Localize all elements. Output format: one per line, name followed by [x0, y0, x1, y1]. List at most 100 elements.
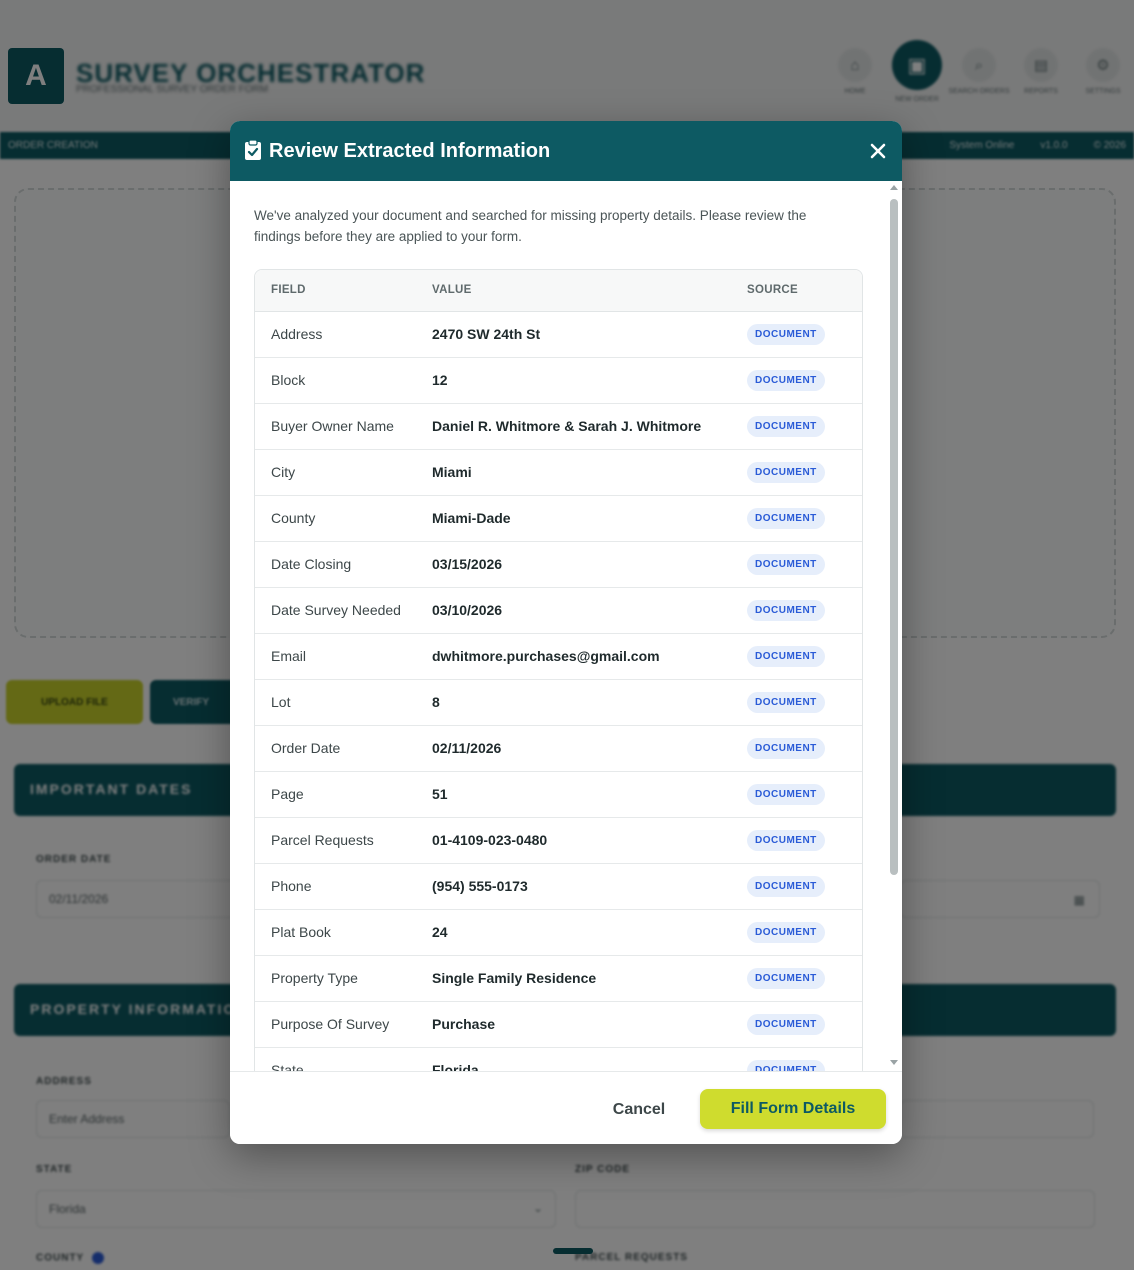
scrollbar-thumb[interactable] [890, 199, 898, 875]
field-name: State [271, 1062, 304, 1071]
table-row: Phone (954) 555-0173 DOCUMENT [255, 863, 862, 909]
field-name: Page [271, 786, 304, 802]
field-value: Single Family Residence [432, 970, 597, 986]
table-row: Date Closing 03/15/2026 DOCUMENT [255, 541, 862, 587]
field-name: Email [271, 648, 307, 664]
field-value: (954) 555-0173 [432, 878, 528, 894]
field-value: Miami [432, 464, 472, 480]
source-cell: DOCUMENT [747, 1047, 862, 1071]
field-value: 03/15/2026 [432, 556, 503, 572]
table-row: Purpose Of Survey Purchase DOCUMENT [255, 1001, 862, 1047]
source-cell: DOCUMENT [747, 955, 862, 1001]
source-cell: DOCUMENT [747, 1001, 862, 1047]
source-cell: DOCUMENT [747, 725, 862, 771]
review-modal: Review Extracted Information We've analy… [230, 121, 902, 1144]
source-cell: DOCUMENT [747, 863, 862, 909]
modal-intro-text: We've analyzed your document and searche… [254, 208, 807, 244]
source-cell: DOCUMENT [747, 495, 862, 541]
field-value: 03/10/2026 [432, 602, 503, 618]
field-name: County [271, 510, 316, 526]
source-badge: DOCUMENT [747, 599, 825, 621]
source-badge: DOCUMENT [747, 415, 825, 437]
source-badge: DOCUMENT [747, 875, 825, 897]
source-badge: DOCUMENT [747, 323, 825, 345]
table-row: State Florida DOCUMENT [255, 1047, 862, 1071]
table-row: Address 2470 SW 24th St DOCUMENT [255, 311, 862, 357]
source-badge: DOCUMENT [747, 737, 825, 759]
field-name: Lot [271, 694, 291, 710]
field-value: Daniel R. Whitmore & Sarah J. Whitmore [432, 418, 702, 434]
table-row: Plat Book 24 DOCUMENT [255, 909, 862, 955]
source-badge: DOCUMENT [747, 967, 825, 989]
field-name: Date Closing [271, 556, 352, 572]
field-value: dwhitmore.purchases@gmail.com [432, 648, 660, 664]
field-name: Buyer Owner Name [271, 418, 394, 434]
source-cell: DOCUMENT [747, 817, 862, 863]
source-badge: DOCUMENT [747, 829, 825, 851]
source-badge: DOCUMENT [747, 1013, 825, 1035]
table-row: Block 12 DOCUMENT [255, 357, 862, 403]
modal-footer: Cancel Fill Form Details [230, 1071, 902, 1144]
close-button[interactable] [866, 139, 890, 163]
scroll-up-arrow-icon[interactable] [890, 185, 898, 190]
field-value: Miami-Dade [432, 510, 511, 526]
column-header-source: SOURCE [747, 270, 862, 312]
table-row: Date Survey Needed 03/10/2026 DOCUMENT [255, 587, 862, 633]
field-value: 51 [432, 786, 448, 802]
field-name: Purpose Of Survey [271, 1016, 390, 1032]
source-cell: DOCUMENT [747, 771, 862, 817]
source-cell: DOCUMENT [747, 403, 862, 449]
source-badge: DOCUMENT [747, 921, 825, 943]
source-cell: DOCUMENT [747, 633, 862, 679]
source-badge: DOCUMENT [747, 691, 825, 713]
source-badge: DOCUMENT [747, 645, 825, 667]
fill-form-details-button[interactable]: Fill Form Details [700, 1089, 886, 1129]
extracted-info-table: FIELD VALUE SOURCE Address 2470 SW 24th S… [254, 269, 863, 1071]
source-badge: DOCUMENT [747, 553, 825, 575]
source-cell: DOCUMENT [747, 541, 862, 587]
field-value: 8 [432, 694, 440, 710]
table-row: City Miami DOCUMENT [255, 449, 862, 495]
source-badge: DOCUMENT [747, 461, 825, 483]
cancel-button[interactable]: Cancel [598, 1090, 680, 1130]
table-row: Buyer Owner Name Daniel R. Whitmore & Sar… [255, 403, 862, 449]
table-row: Order Date 02/11/2026 DOCUMENT [255, 725, 862, 771]
source-cell: DOCUMENT [747, 587, 862, 633]
table-row: Email dwhitmore.purchases@gmail.com DOCUME… [255, 633, 862, 679]
table-row: Property Type Single Family Residence DOCU… [255, 955, 862, 1001]
source-cell: DOCUMENT [747, 311, 862, 357]
modal-scrollbar[interactable] [886, 181, 902, 1071]
source-badge: DOCUMENT [747, 369, 825, 391]
field-value: 12 [432, 372, 448, 388]
source-cell: DOCUMENT [747, 679, 862, 725]
close-icon [870, 143, 886, 159]
table-header-row: FIELD VALUE SOURCE [255, 270, 862, 312]
scroll-down-arrow-icon[interactable] [890, 1060, 898, 1065]
source-cell: DOCUMENT [747, 909, 862, 955]
field-name: Block [271, 372, 306, 388]
field-name: City [271, 464, 296, 480]
source-cell: DOCUMENT [747, 357, 862, 403]
source-badge: DOCUMENT [747, 507, 825, 529]
column-header-value: VALUE [432, 270, 747, 312]
field-value: 24 [432, 924, 448, 940]
modal-header: Review Extracted Information [230, 121, 902, 181]
field-value: Purchase [432, 1016, 496, 1032]
modal-body[interactable]: We've analyzed your document and searche… [230, 181, 902, 1071]
field-value: 2470 SW 24th St [432, 326, 541, 342]
field-value: 02/11/2026 [432, 740, 502, 756]
source-cell: DOCUMENT [747, 449, 862, 495]
field-name: Address [271, 326, 323, 342]
table-row: Parcel Requests 01-4109-023-0480 DOCUMENT [255, 817, 862, 863]
source-badge: DOCUMENT [747, 1059, 825, 1071]
field-name: Date Survey Needed [271, 602, 401, 618]
field-name: Property Type [271, 970, 358, 986]
table-body: Address 2470 SW 24th St DOCUMENT Block 12 DOC… [255, 311, 862, 1071]
field-name: Parcel Requests [271, 832, 374, 848]
column-header-field: FIELD [255, 270, 432, 312]
field-value: Florida [432, 1062, 479, 1071]
modal-title: Review Extracted Information [269, 140, 551, 162]
clipboard-check-icon [245, 139, 261, 160]
table-row: Page 51 DOCUMENT [255, 771, 862, 817]
field-name: Phone [271, 878, 312, 894]
